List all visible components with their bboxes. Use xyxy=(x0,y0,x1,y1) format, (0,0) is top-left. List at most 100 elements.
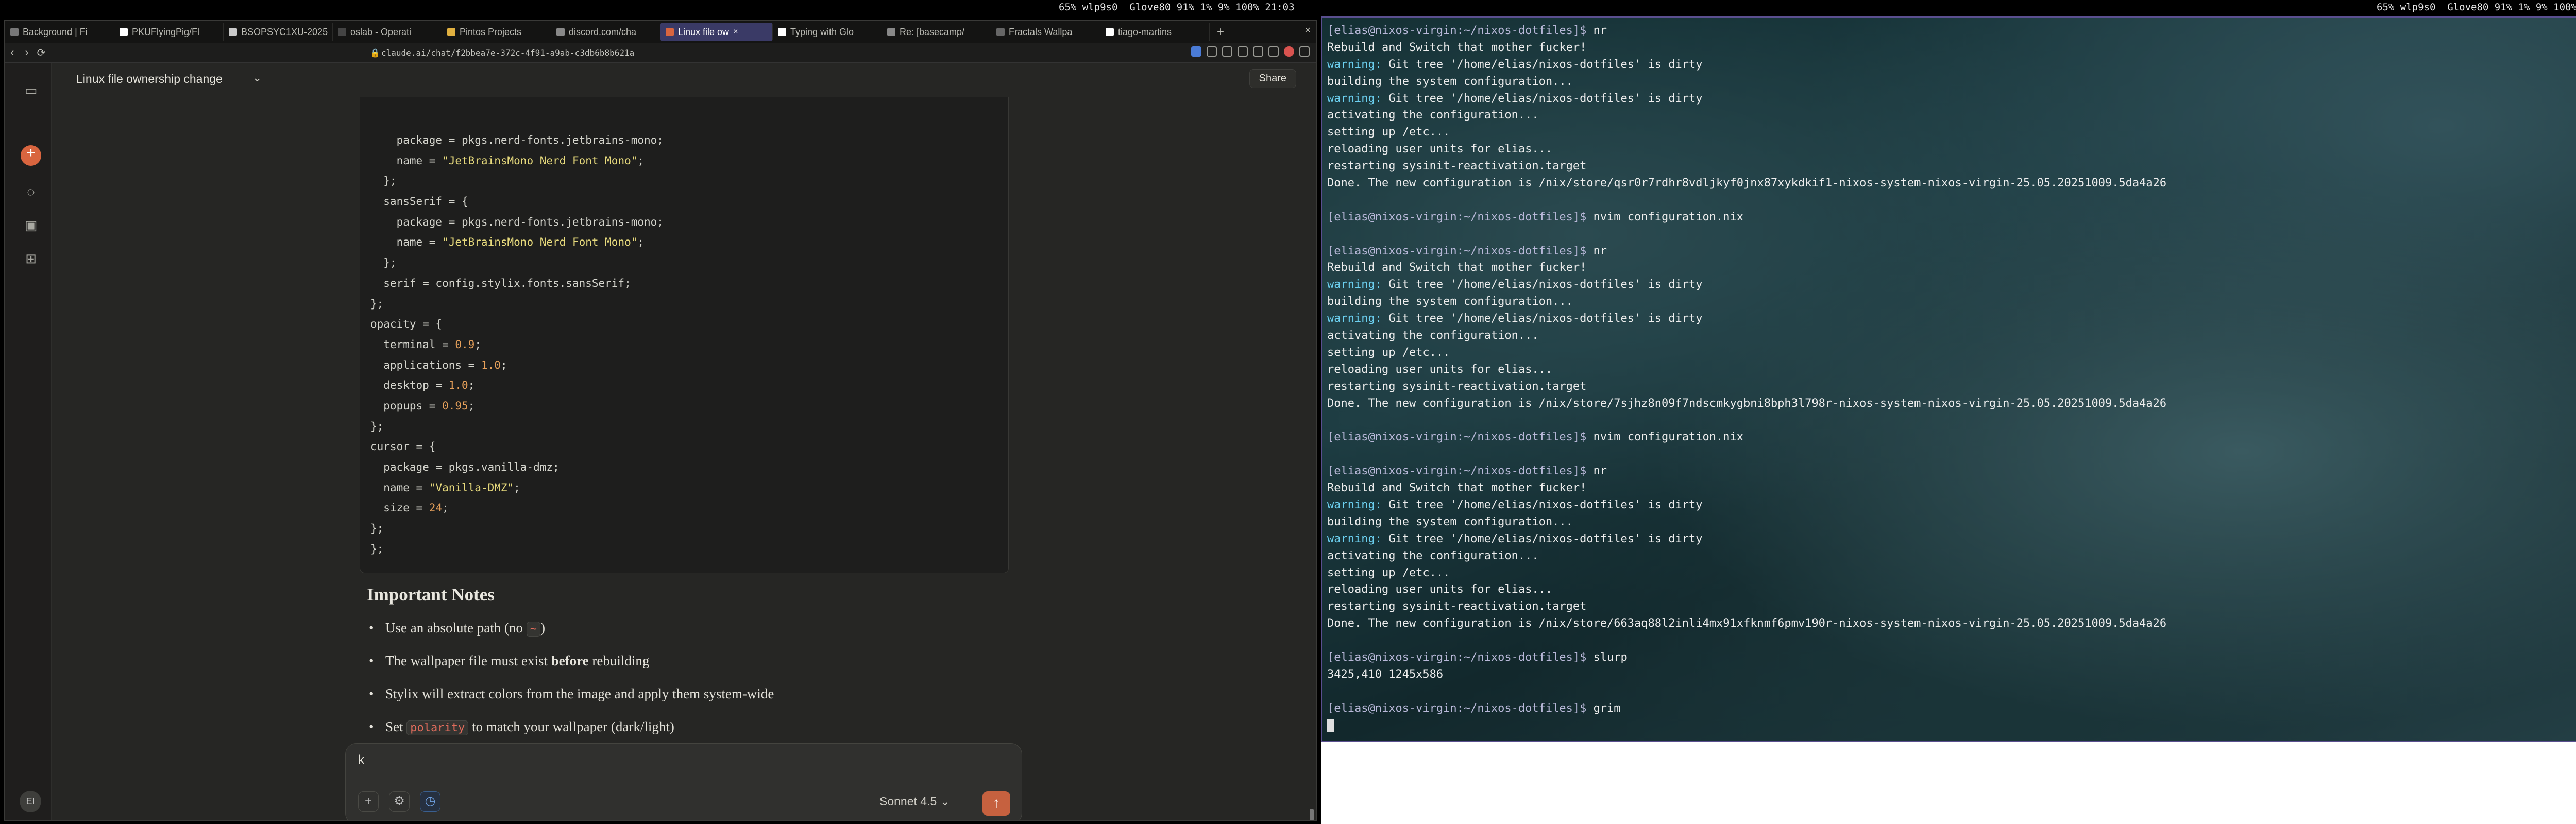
back-button[interactable]: ‹ xyxy=(5,47,20,59)
favicon-icon xyxy=(447,28,455,36)
url-text: claude.ai/chat/f2bbea7e-372c-4f91-a9ab-c… xyxy=(381,48,635,58)
favicon-icon xyxy=(996,28,1005,36)
terminal-line: Rebuild and Switch that mother fucker! xyxy=(1327,261,1587,274)
code-line: }; xyxy=(370,256,397,269)
browser-tab[interactable]: Re: [basecamp/ xyxy=(882,23,991,41)
browser-tab[interactable]: Pintos Projects xyxy=(442,23,551,41)
code-block: package = pkgs.nerd-fonts.jetbrains-mono… xyxy=(360,97,1009,573)
tab-label: Linux file ow xyxy=(678,26,730,37)
code-line: }; xyxy=(370,542,384,555)
add-attachment-button[interactable]: + xyxy=(358,791,379,812)
chat-title[interactable]: Linux file ownership change xyxy=(76,72,223,86)
tab-label: Fractals Wallpa xyxy=(1009,26,1073,37)
address-bar[interactable]: 🔒 claude.ai/chat/f2bbea7e-372c-4f91-a9ab… xyxy=(366,46,1180,60)
close-tab-icon[interactable]: × xyxy=(733,27,738,37)
terminal-line: reloading user units for elias... xyxy=(1327,363,1553,376)
terminal-line: Rebuild and Switch that mother fucker! xyxy=(1327,41,1587,54)
sidebar-toggle-icon[interactable] xyxy=(1253,46,1263,57)
navigation-bar: ‹ › ⟳ 🔒 claude.ai/chat/f2bbea7e-372c-4f9… xyxy=(5,43,1316,63)
projects-icon[interactable]: ▣ xyxy=(23,217,39,233)
terminal-line: [elias@nixos-virgin:~/nixos-dotfiles]$ n… xyxy=(1327,431,1743,444)
chevron-down-icon[interactable]: ⌄ xyxy=(252,71,262,84)
list-item: • The wallpaper file must exist before re… xyxy=(369,653,650,668)
empty-desktop-area xyxy=(1321,742,2576,824)
terminal-window[interactable]: [elias@nixos-virgin:~/nixos-dotfiles]$ n… xyxy=(1321,16,2576,742)
browser-tab[interactable]: tiago-martins xyxy=(1100,23,1210,41)
artifacts-icon[interactable]: ⊞ xyxy=(23,251,39,266)
code-line: size = 24; xyxy=(370,502,449,514)
terminal-line: [elias@nixos-virgin:~/nixos-dotfiles]$ n… xyxy=(1327,465,1607,478)
terminal-cursor-line[interactable] xyxy=(1327,717,2166,734)
extended-thinking-button[interactable]: ◷ xyxy=(420,791,440,812)
terminal-line: building the system configuration... xyxy=(1327,515,1573,528)
menu-icon[interactable] xyxy=(1299,46,1310,57)
reload-button[interactable]: ⟳ xyxy=(34,46,48,59)
extension-icon[interactable] xyxy=(1207,46,1217,57)
terminal-line: warning: Git tree '/home/elias/nixos-dot… xyxy=(1327,92,1703,105)
favicon-icon xyxy=(10,28,19,36)
terminal-line: setting up /etc... xyxy=(1327,126,1450,139)
browser-tab[interactable]: BSOPSYC1XU-2025 xyxy=(224,23,333,41)
favicon-icon xyxy=(1106,28,1114,36)
tools-button[interactable]: ⚙ xyxy=(389,791,410,812)
browser-tab[interactable]: oslab - Operati xyxy=(333,23,442,41)
code-line: name = "Vanilla-DMZ"; xyxy=(370,481,520,494)
model-selector[interactable]: Sonnet 4.5 ⌄ xyxy=(879,795,950,809)
terminal-line: setting up /etc... xyxy=(1327,346,1450,359)
code-line: package = pkgs.nerd-fonts.jetbrains-mono… xyxy=(370,215,664,228)
terminal-line: Done. The new configuration is /nix/stor… xyxy=(1327,397,2167,410)
terminal-line: activating the configuration... xyxy=(1327,329,1539,342)
browser-tab[interactable]: Typing with Glo xyxy=(773,23,882,41)
code-line: name = "JetBrainsMono Nerd Font Mono"; xyxy=(370,236,645,249)
send-button[interactable]: ↑ xyxy=(982,791,1010,816)
chevron-down-icon: ⌄ xyxy=(940,795,950,808)
browser-tab[interactable]: Linux file ow × xyxy=(660,23,773,41)
extension-icon[interactable] xyxy=(1191,46,1201,57)
browser-tab[interactable]: PKUFlyingPig/Fl xyxy=(114,23,224,41)
code-line: terminal = 0.9; xyxy=(370,338,481,351)
extension-icon[interactable] xyxy=(1238,46,1248,57)
code-line: opacity = { xyxy=(370,318,443,331)
browser-tab[interactable]: Fractals Wallpa xyxy=(991,23,1100,41)
chats-icon[interactable]: ◌ xyxy=(23,184,39,199)
code-line: package = pkgs.vanilla-dmz; xyxy=(370,461,560,473)
tab-label: Typing with Glo xyxy=(790,26,854,37)
extension-icon[interactable] xyxy=(1222,46,1232,57)
new-tab-button[interactable]: + xyxy=(1210,25,1231,39)
bookmark-icon[interactable] xyxy=(1268,46,1279,57)
cursor-icon xyxy=(1327,718,1334,732)
terminal-line: Done. The new configuration is /nix/stor… xyxy=(1327,177,2167,190)
terminal-line: warning: Git tree '/home/elias/nixos-dot… xyxy=(1327,498,1703,511)
terminal-line: [elias@nixos-virgin:~/nixos-dotfiles]$ n… xyxy=(1327,244,1607,258)
terminal-output: [elias@nixos-virgin:~/nixos-dotfiles]$ n… xyxy=(1327,23,2166,734)
terminal-line: warning: Git tree '/home/elias/nixos-dot… xyxy=(1327,532,1703,545)
new-chat-button[interactable]: + xyxy=(21,145,41,166)
terminal-line: setting up /etc... xyxy=(1327,566,1450,579)
forward-button[interactable]: › xyxy=(20,47,34,59)
scrollbar[interactable] xyxy=(1310,809,1314,820)
share-button[interactable]: Share xyxy=(1249,69,1296,88)
favicon-icon xyxy=(666,28,674,36)
code-line: applications = 1.0; xyxy=(370,358,507,371)
code-line: sansSerif = { xyxy=(370,195,468,208)
status-text-left: 65% wlp9s0 Glove80 91% 1% 9% 100% 21:03 xyxy=(1059,2,1295,13)
close-window-icon[interactable]: × xyxy=(1304,25,1311,37)
sidebar-toggle-icon[interactable]: ▭ xyxy=(23,82,39,98)
terminal-line: [elias@nixos-virgin:~/nixos-dotfiles]$ s… xyxy=(1327,650,1628,664)
browser-tab[interactable]: discord.com/cha xyxy=(551,23,660,41)
code-line: }; xyxy=(370,522,384,535)
top-status-bar: 65% wlp9s0 Glove80 91% 1% 9% 100% 21:03 … xyxy=(0,0,2576,14)
message-input[interactable]: k xyxy=(358,753,364,767)
terminal-line: building the system configuration... xyxy=(1327,75,1573,88)
avatar[interactable]: EI xyxy=(20,791,41,812)
code-line: name = "JetBrainsMono Nerd Font Mono"; xyxy=(370,154,645,167)
tab-label: PKUFlyingPig/Fl xyxy=(132,26,200,37)
browser-tab[interactable]: Background | Fi xyxy=(5,23,114,41)
extension-icon[interactable] xyxy=(1284,46,1294,57)
terminal-line: Rebuild and Switch that mother fucker! xyxy=(1327,482,1587,495)
list-item: • Use an absolute path (no ~) xyxy=(369,620,545,637)
list-item: • Stylix will extract colors from the ima… xyxy=(369,686,774,701)
